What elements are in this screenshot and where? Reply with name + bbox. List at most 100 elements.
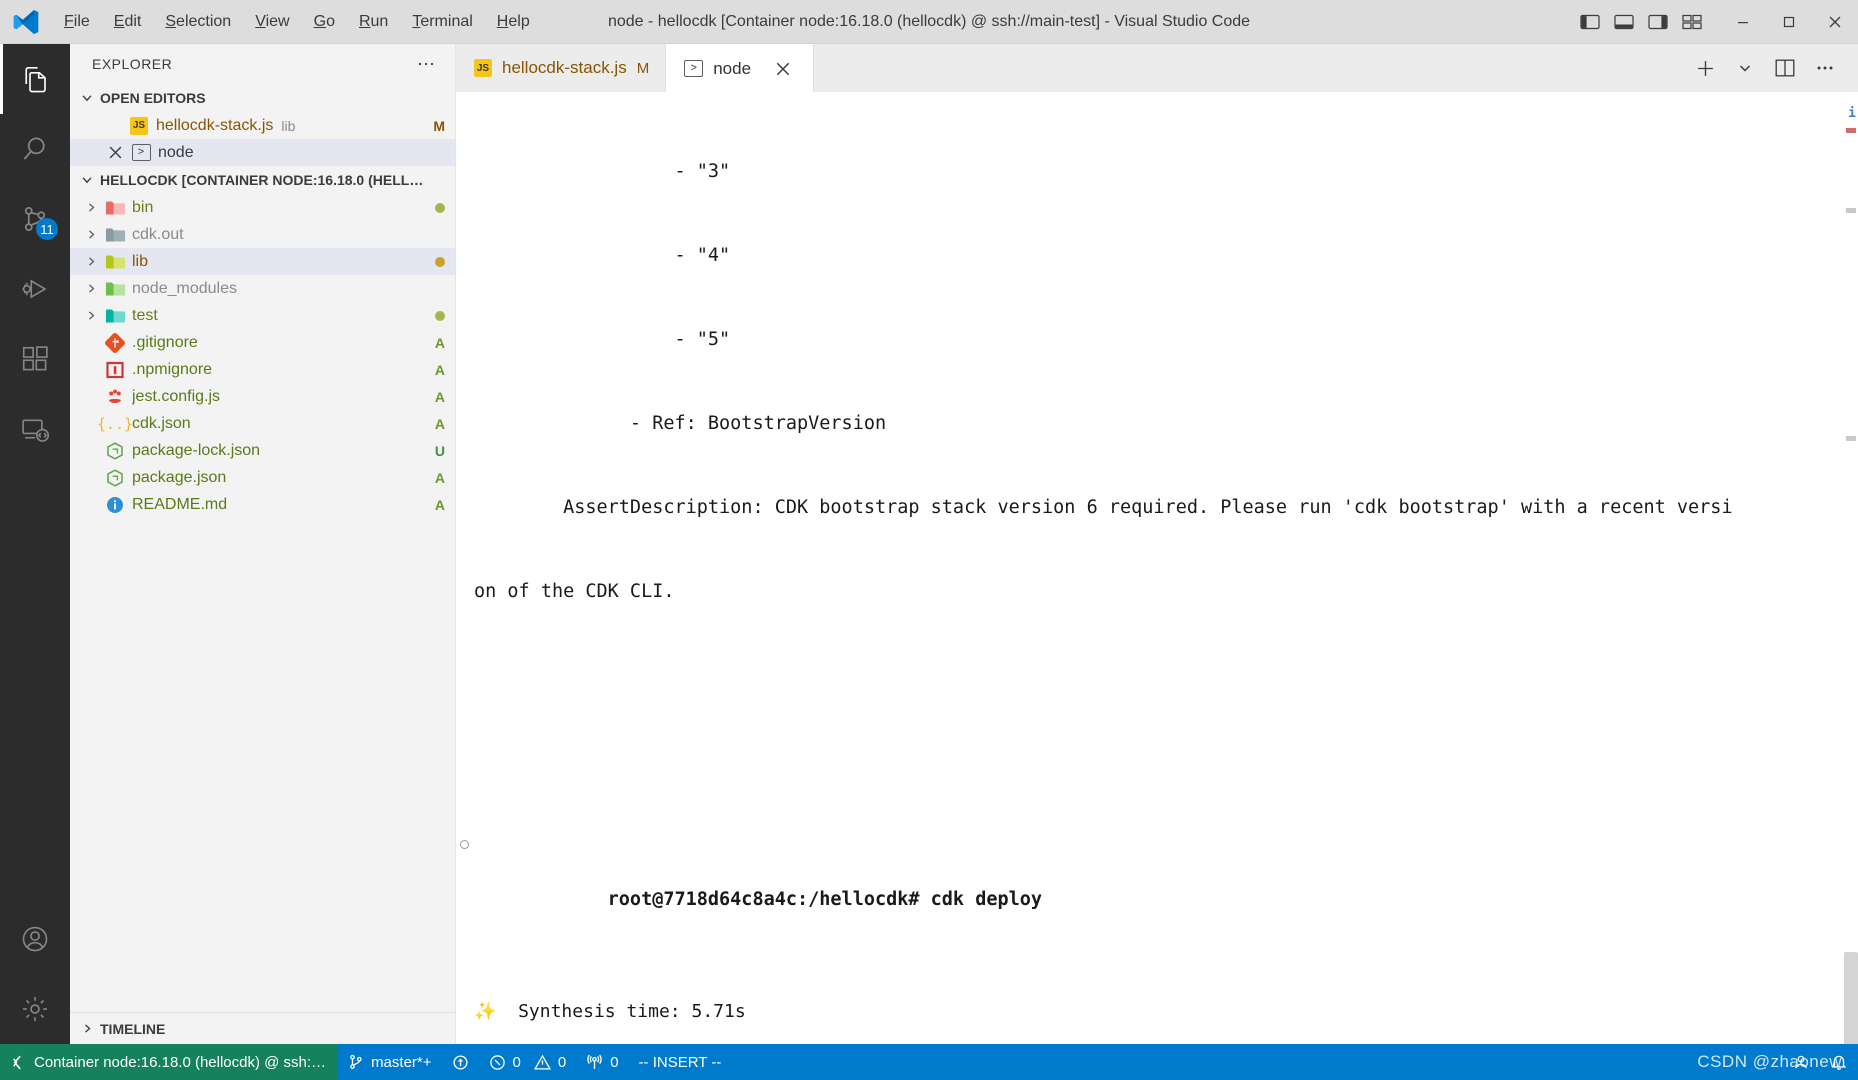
activity-accounts[interactable] <box>0 904 70 974</box>
minimize-button[interactable] <box>1720 0 1766 44</box>
activity-explorer[interactable] <box>0 44 70 114</box>
menu-view[interactable]: View <box>243 9 301 35</box>
activity-settings[interactable] <box>0 974 70 1044</box>
tree-item-label: cdk.json <box>132 414 191 432</box>
search-icon <box>20 134 50 164</box>
git-status-dot <box>435 256 445 267</box>
git-status-letter: A <box>434 415 445 432</box>
js-file-icon: JS <box>474 59 492 77</box>
close-icon[interactable] <box>102 145 128 160</box>
activity-bar: 11 <box>0 44 70 1044</box>
toggle-panel-icon[interactable] <box>1614 14 1634 30</box>
tree-item-lib[interactable]: lib <box>70 248 455 275</box>
new-terminal-button[interactable] <box>1688 51 1722 85</box>
activity-run-and-debug[interactable] <box>0 254 70 324</box>
split-editor-icon[interactable] <box>1768 51 1802 85</box>
tab-node[interactable]: > node <box>666 44 815 92</box>
open-editor-hellocdk-stack[interactable]: JS hellocdk-stack.js lib M <box>70 112 455 139</box>
vscode-logo-icon <box>0 7 52 37</box>
activity-search[interactable] <box>0 114 70 184</box>
status-sync[interactable] <box>442 1044 479 1080</box>
folder-icon <box>102 307 128 325</box>
menu-run[interactable]: Run <box>347 9 400 35</box>
tree-item-jest-config[interactable]: jest.config.js A <box>70 383 455 410</box>
menu-help[interactable]: Help <box>485 9 542 35</box>
menu-go[interactable]: Go <box>302 9 347 35</box>
tab-hellocdk-stack-js[interactable]: JS hellocdk-stack.js M <box>456 44 667 92</box>
explorer-sidebar: EXPLORER ⋯ OPEN EDITORS JS hellocdk-stac… <box>70 44 456 1044</box>
tree-item-cdk-out[interactable]: cdk.out <box>70 221 455 248</box>
timeline-label: TIMELINE <box>100 1020 166 1037</box>
sidebar-more-actions-icon[interactable]: ⋯ <box>417 54 437 75</box>
section-timeline[interactable]: TIMELINE <box>70 1012 455 1044</box>
maximize-button[interactable] <box>1766 0 1812 44</box>
title-bar: File Edit Selection View Go Run Terminal… <box>0 0 1858 44</box>
close-button[interactable] <box>1812 0 1858 44</box>
terminal-panel[interactable]: - "3" - "4" - "5" - Ref: BootstrapVersio… <box>456 92 1858 1044</box>
chevron-right-icon <box>80 255 102 268</box>
menu-edit[interactable]: Edit <box>102 9 154 35</box>
open-editor-node[interactable]: > node <box>70 139 455 166</box>
tree-item-cdk-json[interactable]: {..} cdk.json A <box>70 410 455 437</box>
tree-item-package-json[interactable]: package.json A <box>70 464 455 491</box>
remote-label: Container node:16.18.0 (hellocdk) @ ssh:… <box>34 1053 327 1071</box>
menu-file[interactable]: File <box>52 9 102 35</box>
tree-item-readme[interactable]: README.md A <box>70 491 455 518</box>
terminal-icon: > <box>128 144 154 161</box>
editor-tabs: JS hellocdk-stack.js M > node <box>456 44 1858 92</box>
status-ports[interactable]: 0 <box>576 1044 628 1080</box>
tree-item-gitignore[interactable]: .gitignore A <box>70 329 455 356</box>
scrollbar-info-icon: i <box>1848 106 1856 121</box>
workspace-label: HELLOCDK [CONTAINER NODE:16.18.0 (HELL… <box>100 172 424 188</box>
activity-remote-explorer[interactable] <box>0 394 70 464</box>
menu-bar[interactable]: File Edit Selection View Go Run Terminal… <box>52 9 542 35</box>
section-open-editors[interactable]: OPEN EDITORS <box>70 84 455 112</box>
activity-source-control[interactable]: 11 <box>0 184 70 254</box>
activity-extensions[interactable] <box>0 324 70 394</box>
tree-item-test[interactable]: test <box>70 302 455 329</box>
scrollbar-thumb[interactable] <box>1844 952 1858 1044</box>
git-status-letter: A <box>434 496 445 513</box>
toggle-primary-sidebar-icon[interactable] <box>1580 14 1600 30</box>
status-problems[interactable]: 0 0 <box>479 1044 577 1080</box>
terminal-prompt-line: root@7718d64c8a4c:/hellocdk# cdk deploy <box>460 830 1844 910</box>
section-workspace-hellocdk[interactable]: HELLOCDK [CONTAINER NODE:16.18.0 (HELL… <box>70 166 455 194</box>
open-editor-label: hellocdk-stack.js <box>156 116 274 134</box>
menu-selection[interactable]: Selection <box>153 9 243 35</box>
folder-icon <box>102 226 128 244</box>
terminal-icon: > <box>684 60 704 77</box>
files-icon <box>20 64 50 94</box>
open-editor-description: lib <box>281 117 296 134</box>
status-branch[interactable]: master*+ <box>338 1044 441 1080</box>
tree-item-npmignore[interactable]: .npmignore A <box>70 356 455 383</box>
status-editor-mode[interactable]: -- INSERT -- <box>629 1044 732 1080</box>
tree-item-node-modules[interactable]: node_modules <box>70 275 455 302</box>
status-notifications[interactable] <box>1820 1044 1858 1080</box>
account-icon <box>1792 1053 1810 1071</box>
chevron-down-icon[interactable] <box>1728 51 1762 85</box>
git-status-letter: A <box>434 469 445 486</box>
status-accounts[interactable] <box>1782 1044 1820 1080</box>
more-actions-icon[interactable] <box>1808 51 1842 85</box>
toggle-secondary-sidebar-icon[interactable] <box>1648 14 1668 30</box>
git-status-dot <box>435 202 445 213</box>
menu-terminal[interactable]: Terminal <box>400 9 484 35</box>
editor-actions <box>1688 44 1858 92</box>
terminal-scrollbar[interactable]: i <box>1844 92 1858 1044</box>
close-icon[interactable] <box>775 61 797 77</box>
chevron-right-icon <box>80 228 102 241</box>
vscode-window: File Edit Selection View Go Run Terminal… <box>0 0 1858 1080</box>
terminal-line: - "4" <box>474 245 731 266</box>
run-debug-icon <box>20 274 50 304</box>
tree-item-package-lock-json[interactable]: package-lock.json U <box>70 437 455 464</box>
window-controls <box>1580 0 1858 44</box>
chevron-right-icon <box>80 309 102 322</box>
remote-indicator[interactable]: Container node:16.18.0 (hellocdk) @ ssh:… <box>0 1044 339 1080</box>
tree-item-label: bin <box>132 198 154 216</box>
tab-label: hellocdk-stack.js <box>502 58 627 77</box>
customize-layout-icon[interactable] <box>1682 14 1702 30</box>
tree-item-bin[interactable]: bin <box>70 194 455 221</box>
tree-item-label: node_modules <box>132 279 237 297</box>
